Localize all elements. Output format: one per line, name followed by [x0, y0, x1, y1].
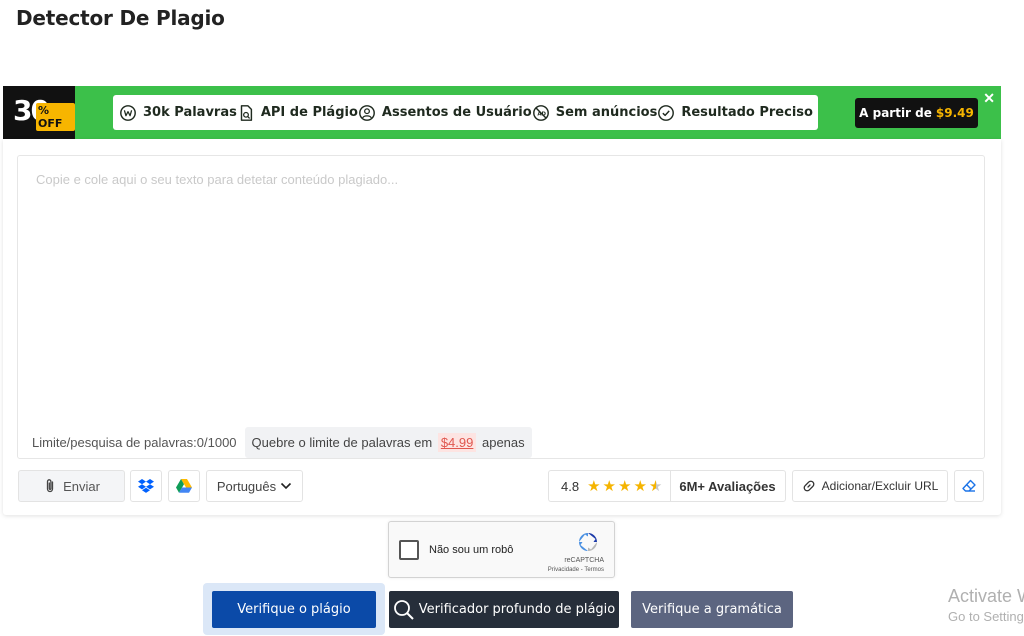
feature-api: API de Plágio [237, 104, 358, 122]
pricing-button[interactable]: A partir de $9.49 [855, 98, 978, 128]
text-editor: Limite/pesquisa de palavras: 0/1000 Queb… [17, 155, 985, 459]
grammar-check-button[interactable]: Verifique a gramática [631, 591, 793, 628]
activate-windows-watermark: Activate W Go to Setting [948, 586, 1024, 624]
dropbox-icon [138, 479, 154, 493]
text-input[interactable] [18, 156, 984, 396]
upsell-prefix: Quebre o limite de palavras em [251, 435, 433, 450]
recaptcha-logo-icon [579, 533, 597, 551]
rating-score: 4.8 [561, 478, 580, 494]
star-half-icon: ★ [648, 478, 663, 495]
reviews-count: 6M+ Avaliações [670, 471, 776, 501]
add-exclude-url-button[interactable]: Adicionar/Excluir URL [792, 470, 948, 502]
feature-words: 30k Palavras [119, 104, 237, 122]
discount-badge: 30 % OFF [3, 86, 75, 139]
star-icon: ★ [587, 478, 601, 495]
star-icon: ★ [602, 478, 616, 495]
recaptcha-widget: Não sou um robô reCAPTCHA Privacidade - … [388, 521, 615, 578]
rating-stars: ★ ★ ★ ★ ★ [587, 477, 662, 495]
feature-label: Sem anúncios [555, 105, 658, 120]
search-icon [393, 599, 414, 620]
deep-check-label: Verificador profundo de plágio [418, 602, 616, 617]
watermark-line1: Activate W [948, 586, 1024, 606]
checker-card: Limite/pesquisa de palavras: 0/1000 Queb… [3, 139, 1001, 515]
action-bar: Verifique o plágio Verificador profundo … [0, 583, 1024, 636]
page-title: Detector De Plagio [16, 6, 225, 30]
upload-label: Enviar [63, 478, 100, 494]
recaptcha-label: Não sou um robô [429, 544, 514, 556]
language-value: Português [216, 478, 277, 494]
editor-toolbar: Enviar Português 4.8 ★ ★ ★ ★ ★ 6M+ Avali… [18, 470, 984, 502]
star-icon: ★ [633, 478, 647, 495]
upload-button[interactable]: Enviar [18, 470, 125, 502]
star-icon: ★ [617, 478, 632, 495]
svg-text:AD: AD [537, 111, 546, 117]
word-limit-label: Limite/pesquisa de palavras: [32, 435, 197, 450]
check-circle-icon [658, 104, 675, 121]
upsell-suffix: apenas [481, 435, 525, 450]
feature-label: 30k Palavras [143, 105, 237, 120]
dropbox-button[interactable] [130, 470, 162, 502]
pricing-price: $9.49 [935, 106, 974, 120]
url-label: Adicionar/Excluir URL [821, 479, 939, 493]
recaptcha-terms[interactable]: Privacidade - Termos [548, 567, 604, 573]
limit-upsell[interactable]: Quebre o limite de palavras em $4.99 ape… [244, 427, 532, 458]
feature-label: Assentos de Usuário [381, 105, 532, 120]
discount-off-label: % OFF [36, 103, 75, 131]
feature-accurate: Resultado Preciso [657, 104, 813, 122]
deep-check-button[interactable]: Verificador profundo de plágio [389, 591, 619, 628]
chevron-down-icon [281, 482, 292, 490]
pricing-prefix: A partir de [859, 106, 932, 120]
recaptcha-brand: reCAPTCHA [564, 557, 604, 564]
promo-banner[interactable]: 30 % OFF 30k Palavras API de Plágio Asse… [3, 86, 1001, 139]
upsell-price[interactable]: $4.99 [437, 433, 477, 452]
promo-features: 30k Palavras API de Plágio Assentos de U… [113, 95, 818, 130]
language-select[interactable]: Português [206, 470, 303, 502]
user-circle-icon [358, 104, 375, 121]
paperclip-icon [46, 479, 54, 493]
rating-widget: 4.8 ★ ★ ★ ★ ★ 6M+ Avaliações [548, 470, 786, 502]
check-plagiarism-button[interactable]: Verifique o plágio [212, 591, 376, 628]
feature-no-ads: AD Sem anúncios [532, 104, 658, 122]
feature-label: API de Plágio [260, 105, 358, 120]
feature-seats: Assentos de Usuário [358, 104, 532, 122]
word-limit-bar: Limite/pesquisa de palavras: 0/1000 Queb… [32, 427, 532, 458]
eraser-icon [962, 479, 976, 492]
close-icon[interactable]: ✕ [983, 90, 995, 107]
feature-label: Resultado Preciso [681, 105, 813, 120]
no-ads-icon: AD [532, 104, 549, 121]
google-drive-button[interactable] [168, 470, 200, 502]
link-icon [803, 480, 815, 492]
google-drive-icon [176, 479, 192, 493]
watermark-line2: Go to Setting [948, 609, 1024, 624]
clear-text-button[interactable] [954, 470, 984, 502]
document-search-icon [240, 104, 252, 121]
w-circle-icon [120, 104, 136, 121]
recaptcha-checkbox[interactable] [399, 540, 419, 560]
word-limit-value: 0/1000 [196, 435, 237, 450]
